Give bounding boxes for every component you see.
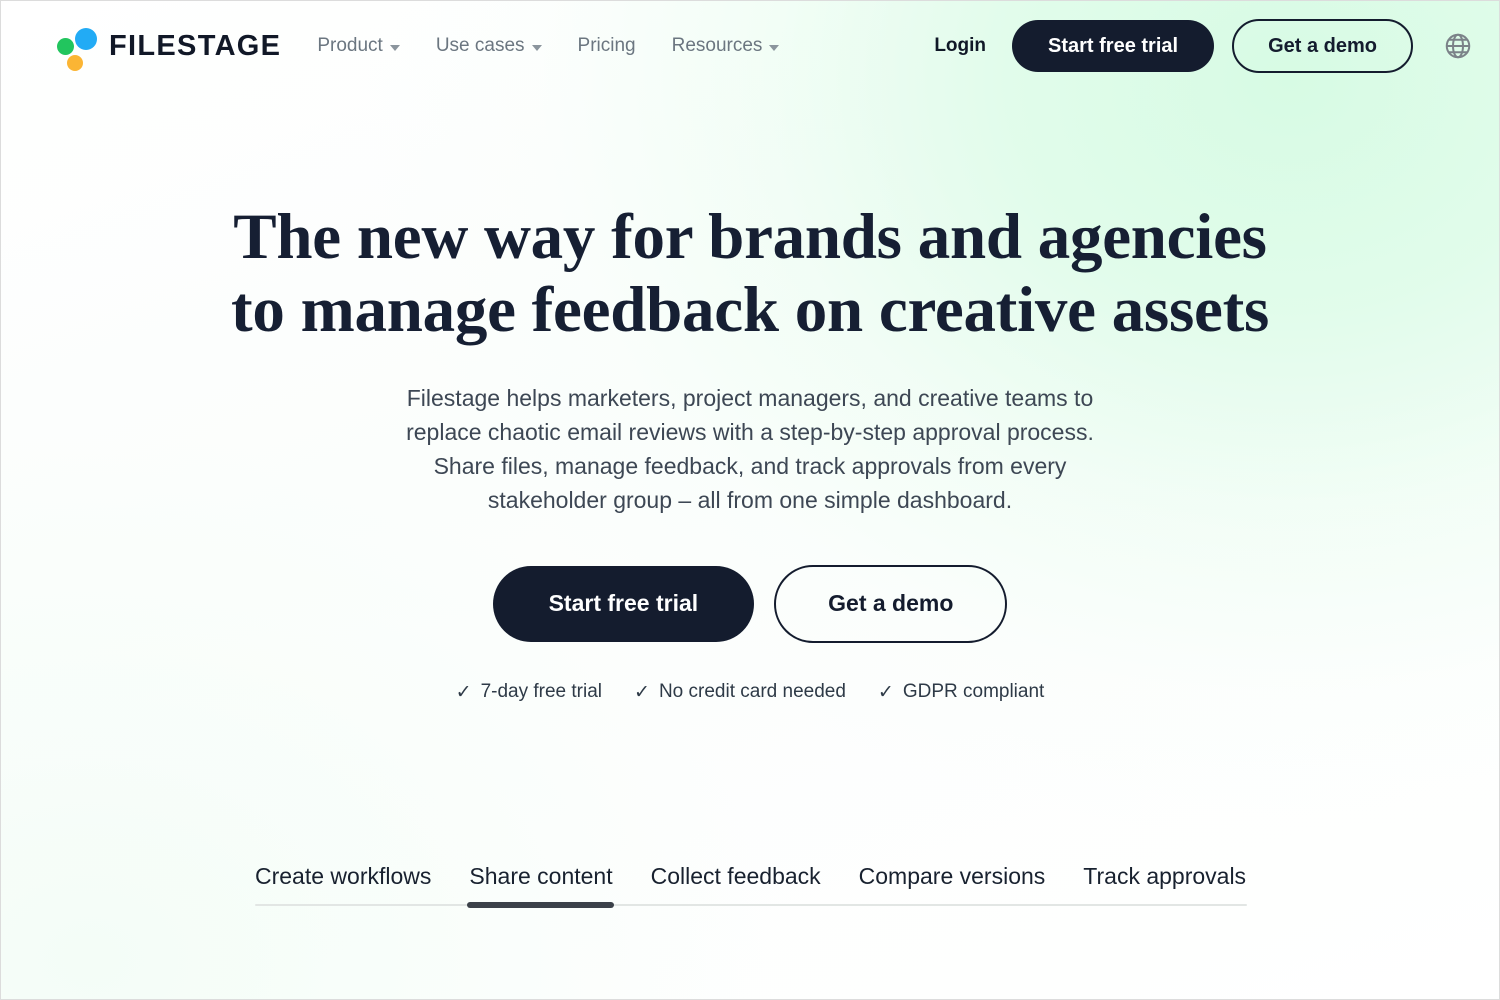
logo-dot-green-icon [57,38,74,55]
hero-cta-row: Start free trial Get a demo [1,564,1499,643]
tab-track-approvals[interactable]: Track approvals [1083,863,1246,890]
globe-icon[interactable] [1443,31,1473,61]
login-link[interactable]: Login [926,35,994,57]
nav-item-pricing[interactable]: Pricing [578,35,636,57]
trust-item-no-credit-card: ✓ No credit card needed [634,681,846,704]
header-start-free-trial-button[interactable]: Start free trial [1012,20,1215,72]
trust-label-free-trial: 7-day free trial [480,681,603,703]
hero-get-a-demo-button[interactable]: Get a demo [774,564,1008,643]
tab-create-workflows[interactable]: Create workflows [255,863,431,890]
feature-tabs-row: Create workflows Share content Collect f… [255,863,1247,904]
check-icon: ✓ [634,681,650,703]
headline-line-1: The new way for brands and agencies [233,201,1267,273]
trust-item-free-trial: ✓ 7-day free trial [456,681,602,704]
hero-section: The new way for brands and agencies to m… [1,201,1499,704]
trust-label-gdpr: GDPR compliant [902,681,1045,703]
logo-dot-yellow-icon [67,55,83,71]
tab-compare-versions[interactable]: Compare versions [859,863,1046,890]
chevron-down-icon [769,44,780,51]
tab-collect-feedback[interactable]: Collect feedback [651,863,821,890]
logo-wordmark: FILESTAGE [109,29,282,62]
logo-dot-blue-icon [75,28,97,50]
main-navigation: Product Use cases Pricing Resources [317,35,780,57]
nav-item-use-cases[interactable]: Use cases [436,35,542,57]
check-icon: ✓ [877,681,894,703]
hero-subheadline: Filestage helps marketers, project manag… [406,384,1094,513]
header-get-a-demo-button[interactable]: Get a demo [1232,19,1413,73]
tab-share-content[interactable]: Share content [469,863,612,890]
nav-item-product[interactable]: Product [317,35,400,57]
tab-track [255,902,1247,908]
page-title: The new way for brands and agencies to m… [1,201,1499,347]
header-actions: Login Start free trial Get a demo [926,19,1473,73]
chevron-down-icon [531,44,542,51]
hero-start-free-trial-button[interactable]: Start free trial [492,565,755,642]
trust-badges: ✓ 7-day free trial ✓ No credit card need… [1,681,1499,704]
logo[interactable]: FILESTAGE [55,26,282,71]
site-header: FILESTAGE Product Use cases Pricing Reso… [1,1,1499,91]
check-icon: ✓ [455,681,472,703]
nav-label-resources: Resources [671,35,763,56]
nav-label-pricing: Pricing [577,35,636,56]
nav-label-use-cases: Use cases [435,35,525,56]
headline-line-2: to manage feedback on creative assets [230,273,1270,346]
trust-label-no-credit-card: No credit card needed [658,681,846,703]
feature-tabs: Create workflows Share content Collect f… [255,863,1247,908]
page-root: FILESTAGE Product Use cases Pricing Reso… [0,0,1500,1000]
nav-label-product: Product [317,35,383,56]
chevron-down-icon [389,44,400,51]
nav-item-resources[interactable]: Resources [672,35,780,57]
active-tab-indicator [467,902,614,908]
filestage-logo-icon [55,26,97,71]
trust-item-gdpr: ✓ GDPR compliant [878,681,1044,704]
